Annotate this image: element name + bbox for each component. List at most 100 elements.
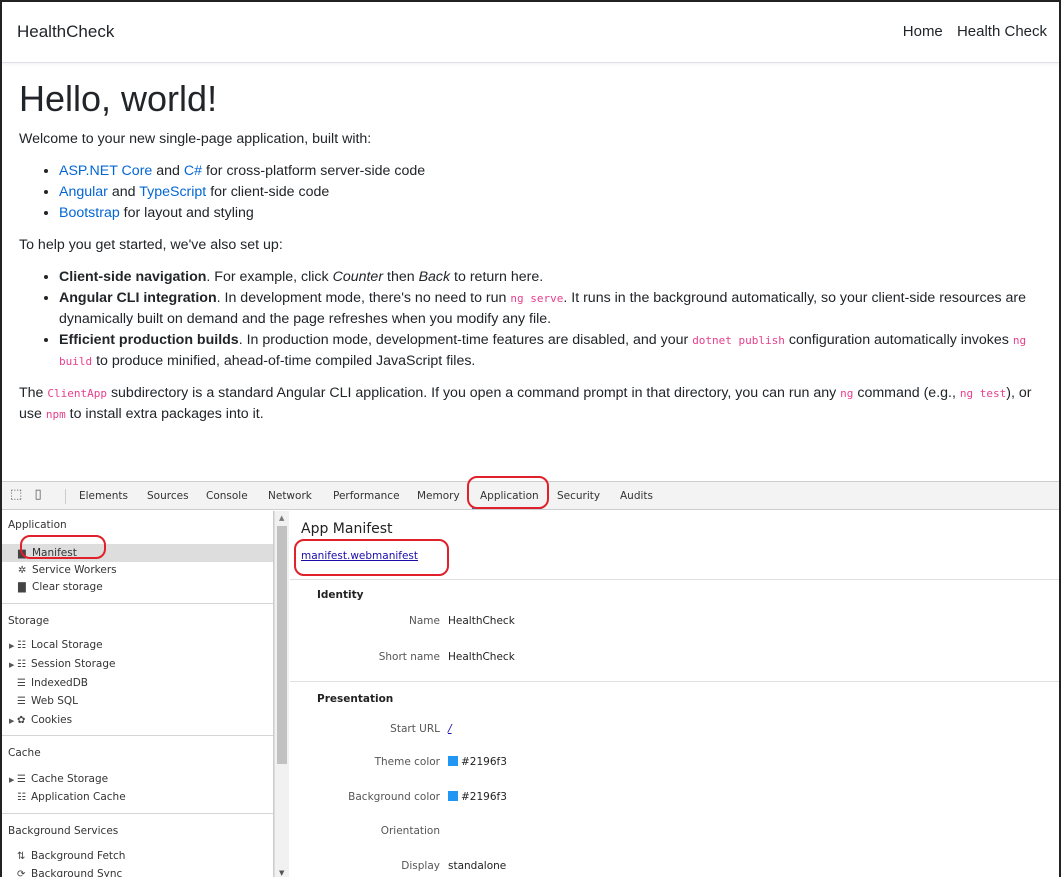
background-color-value: #2196f3: [448, 791, 507, 803]
theme-color-value: #2196f3: [448, 756, 507, 768]
nav-link-home[interactable]: Home: [903, 23, 943, 40]
list-item: Angular CLI integration. In development …: [59, 288, 1054, 330]
sidebar-item-label: Application Cache: [31, 791, 126, 803]
sidebar-item-label: Background Sync: [31, 868, 123, 877]
sidebar-item-clear-storage[interactable]: ▇ Clear storage: [18, 578, 103, 596]
scrollbar-thumb[interactable]: [277, 526, 287, 764]
list-text: . In production mode, development-time f…: [238, 332, 693, 348]
aspnet-core-link[interactable]: ASP.NET Core: [59, 163, 152, 179]
list-text: configuration automatically invokes: [784, 332, 1013, 348]
typescript-link[interactable]: TypeScript: [139, 184, 206, 200]
list-text: for client-side code: [206, 184, 330, 200]
expand-arrow-icon[interactable]: ▶: [9, 637, 17, 655]
panel-title: App Manifest: [301, 521, 393, 537]
presentation-header: Presentation: [317, 693, 394, 705]
expand-arrow-icon[interactable]: ▶: [9, 712, 17, 730]
sidebar-item-cookies[interactable]: ▶ ✿ Cookies: [9, 711, 72, 729]
short-name-label: Short name: [378, 651, 440, 663]
nav-link-health-check[interactable]: Health Check: [957, 23, 1047, 40]
name-label: Name: [409, 615, 440, 627]
devtools-sidebar: Application ▆ Manifest ✲ Service Workers ▇…: [2, 511, 274, 877]
color-hex: #2196f3: [461, 791, 507, 803]
text: The: [19, 385, 48, 401]
list-text: . For example, click: [206, 269, 333, 285]
color-hex: #2196f3: [461, 756, 507, 768]
tab-sources[interactable]: Sources: [147, 490, 189, 502]
tab-security[interactable]: Security: [557, 490, 600, 502]
display-label: Display: [401, 860, 440, 872]
scroll-up-icon[interactable]: ▲: [279, 514, 284, 522]
list-text: for layout and styling: [119, 205, 254, 221]
footer-text: The ClientApp subdirectory is a standard…: [19, 383, 1054, 425]
page-content: Hello, world! Welcome to your new single…: [19, 77, 1054, 436]
sidebar-item-label: Session Storage: [31, 658, 116, 670]
bootstrap-link[interactable]: Bootstrap: [59, 205, 120, 221]
inline-code: ng: [840, 387, 854, 400]
manifest-link-highlight: [294, 539, 449, 576]
list-item: Bootstrap for layout and styling: [59, 203, 1054, 224]
start-url-value[interactable]: /: [448, 723, 452, 735]
expand-arrow-icon[interactable]: ▶: [9, 656, 17, 674]
sidebar-item-background-sync[interactable]: ⟳ Background Sync: [17, 865, 122, 877]
csharp-link[interactable]: C#: [184, 163, 202, 179]
inline-code: dotnet publish: [692, 334, 785, 347]
section-divider: [2, 735, 273, 736]
scroll-down-icon[interactable]: ▼: [279, 869, 284, 877]
manifest-item-highlight: [20, 535, 106, 559]
top-navbar: HealthCheck Home Health Check: [2, 2, 1059, 63]
list-item: Client-side navigation. For example, cli…: [59, 267, 1054, 288]
toolbar-divider: [65, 489, 66, 504]
text: to install extra packages into it.: [65, 406, 264, 422]
database-icon: ☰: [17, 696, 26, 707]
tab-console[interactable]: Console: [206, 490, 248, 502]
section-divider: [290, 681, 1059, 682]
grid-icon: ☷: [17, 792, 26, 803]
sidebar-item-application-cache[interactable]: ☷ Application Cache: [17, 788, 126, 806]
section-divider: [290, 579, 1059, 580]
setup-item-title: Efficient production builds: [59, 332, 239, 348]
intro-text: Welcome to your new single-page applicat…: [19, 131, 372, 147]
name-value: HealthCheck: [448, 615, 515, 627]
browser-frame: HealthCheck Home Health Check Hello, wor…: [0, 0, 1061, 877]
color-swatch: [448, 791, 458, 801]
brand-link[interactable]: HealthCheck: [17, 22, 114, 42]
inline-code: ng test: [959, 387, 1007, 400]
tab-performance[interactable]: Performance: [333, 490, 400, 502]
tab-network[interactable]: Network: [268, 490, 312, 502]
sidebar-item-label: Local Storage: [31, 639, 103, 651]
tab-elements[interactable]: Elements: [79, 490, 128, 502]
section-divider: [2, 813, 273, 814]
sidebar-item-session-storage[interactable]: ▶ ☷ Session Storage: [9, 655, 115, 673]
devtools-panel: ⬚ ▯ Elements Sources Console Network Per…: [2, 476, 1059, 877]
list-text: Counter: [332, 269, 384, 285]
sidebar-item-label: Service Workers: [32, 564, 117, 576]
sidebar-item-background-fetch[interactable]: ⇅ Background Fetch: [17, 847, 125, 865]
sidebar-scrollbar[interactable]: ▲ ▼: [274, 511, 289, 877]
sync-icon: ⟳: [17, 869, 26, 877]
device-toggle-icon[interactable]: ▯: [34, 487, 41, 502]
angular-link[interactable]: Angular: [59, 184, 108, 200]
inspect-element-icon[interactable]: ⬚: [10, 487, 22, 502]
sidebar-item-indexeddb[interactable]: ☰ IndexedDB: [17, 674, 88, 692]
sidebar-item-local-storage[interactable]: ▶ ☷ Local Storage: [9, 636, 103, 654]
list-item: Efficient production builds. In producti…: [59, 330, 1054, 372]
list-item: Angular and TypeScript for client-side c…: [59, 182, 1054, 203]
sidebar-header-application: Application: [8, 519, 67, 531]
expand-arrow-icon[interactable]: ▶: [9, 771, 17, 789]
tab-audits[interactable]: Audits: [620, 490, 653, 502]
list-text: . In development mode, there's no need t…: [216, 290, 511, 306]
sidebar-item-web-sql[interactable]: ☰ Web SQL: [17, 692, 78, 710]
setup-list: Client-side navigation. For example, cli…: [59, 267, 1054, 372]
tab-memory[interactable]: Memory: [417, 490, 460, 502]
sidebar-item-label: Web SQL: [31, 695, 79, 707]
sidebar-item-cache-storage[interactable]: ▶ ☰ Cache Storage: [9, 770, 108, 788]
start-url-link[interactable]: /: [448, 723, 452, 735]
inline-code: ng serve: [510, 292, 564, 305]
setup-intro-text: To help you get started, we've also set …: [19, 237, 283, 253]
start-url-label: Start URL: [390, 723, 440, 735]
inline-code: ClientApp: [47, 387, 107, 400]
display-value: standalone: [448, 860, 507, 872]
sidebar-item-service-workers[interactable]: ✲ Service Workers: [18, 561, 117, 579]
sidebar-item-label: Cookies: [31, 714, 73, 726]
sidebar-item-label: Clear storage: [32, 581, 103, 593]
